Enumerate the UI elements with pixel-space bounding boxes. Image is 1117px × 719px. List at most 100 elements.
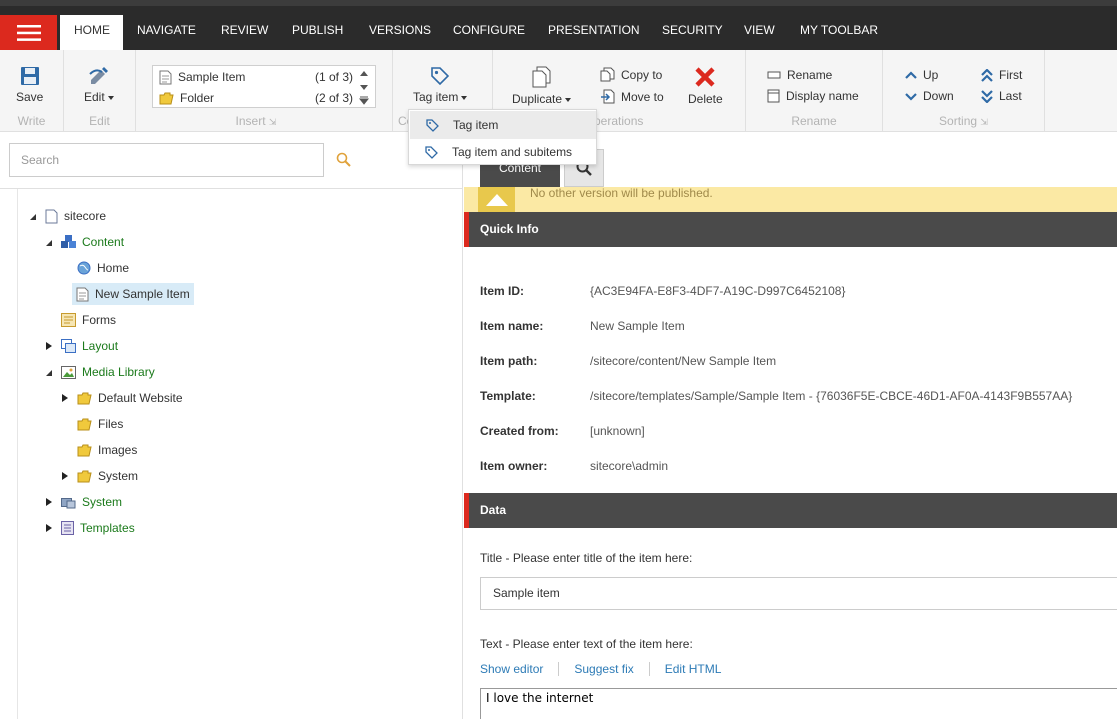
copy-to-button[interactable]: Copy to: [600, 67, 662, 82]
sort-down-button[interactable]: Down: [905, 89, 954, 103]
system-icon: [61, 496, 76, 509]
tab-home[interactable]: HOME: [60, 15, 123, 50]
expand-icon[interactable]: [45, 524, 53, 532]
globe-icon: [77, 261, 91, 275]
duplicate-label: Duplicate: [512, 92, 572, 106]
layout-icon: [61, 339, 76, 353]
write-group: Save Write: [0, 50, 64, 132]
tree-node-label: Content: [82, 235, 125, 249]
divider: [558, 662, 560, 676]
copy-icon: [600, 67, 615, 82]
search-icon[interactable]: [336, 152, 351, 167]
expand-icon[interactable]: [61, 472, 69, 480]
warning-bar: No other version will be published.: [464, 187, 1117, 212]
expand-icon[interactable]: [45, 342, 53, 350]
template-icon: [61, 521, 74, 535]
copy-to-label: Copy to: [621, 67, 663, 82]
insert-option-folder[interactable]: Folder (2 of 3): [153, 88, 353, 108]
tab-presentation[interactable]: PRESENTATION: [534, 15, 654, 50]
rename-group: Rename Display name Rename: [746, 50, 883, 132]
tree-node-label: sitecore: [64, 209, 107, 223]
dropdown-item-label: Tag item: [453, 118, 499, 132]
duplicate-icon: [532, 66, 551, 88]
move-to-button[interactable]: Move to: [600, 89, 664, 104]
tab-versions[interactable]: VERSIONS: [355, 15, 445, 50]
dropdown-item-tag-item-and-subitems[interactable]: Tag item and subitems: [409, 138, 596, 166]
display-name-icon: [767, 89, 780, 103]
tab-navigate[interactable]: NAVIGATE: [123, 15, 210, 50]
content-editor: Content No other version will be publish…: [464, 132, 1117, 719]
show-editor-link[interactable]: Show editor: [480, 662, 543, 676]
insert-option-sample-item[interactable]: Sample Item (1 of 3): [153, 67, 353, 87]
document-icon: [159, 70, 172, 84]
tab-security[interactable]: SECURITY: [648, 15, 737, 50]
sort-down-label: Down: [923, 89, 954, 103]
tag-item-button[interactable]: Tag item: [413, 66, 468, 104]
tree-node-files[interactable]: Files: [77, 413, 123, 435]
title-field[interactable]: Sample item: [480, 577, 1117, 610]
tree-node-home[interactable]: Home: [77, 257, 129, 279]
double-chevron-down-icon: [981, 89, 993, 103]
tree-node-images[interactable]: Images: [77, 439, 137, 461]
tree-node-system[interactable]: System: [61, 491, 122, 513]
tree-node-content[interactable]: Content: [61, 231, 124, 253]
tree-node-sitecore[interactable]: sitecore: [45, 205, 106, 227]
tree-node-media-system[interactable]: System: [77, 465, 138, 487]
data-section-header[interactable]: Data: [464, 493, 1117, 528]
tree-node-default-website[interactable]: Default Website: [77, 387, 183, 409]
insert-group-label: Insert ⇲: [235, 114, 277, 128]
tree-node-label: Images: [98, 443, 138, 457]
tab-my-toolbar[interactable]: MY TOOLBAR: [786, 15, 892, 50]
tree-node-label: Home: [97, 261, 130, 275]
dropdown-item-tag-item[interactable]: Tag item: [410, 111, 596, 139]
rename-group-label: Rename: [791, 114, 837, 128]
search-input[interactable]: [10, 144, 323, 176]
divider: [648, 662, 650, 676]
menu-button[interactable]: [0, 15, 57, 50]
tab-view[interactable]: VIEW: [730, 15, 789, 50]
tags-icon: [425, 145, 438, 159]
sort-up-button[interactable]: Up: [905, 68, 938, 82]
dropdown-item-label: Tag item and subitems: [452, 145, 573, 159]
collapse-icon[interactable]: [45, 239, 53, 247]
tree-node-new-sample-item[interactable]: New Sample Item: [72, 283, 194, 305]
tree-node-layout[interactable]: Layout: [61, 335, 118, 357]
tree-node-label: New Sample Item: [95, 287, 190, 301]
tree-node-media-library[interactable]: Media Library: [61, 361, 155, 383]
save-button[interactable]: Save: [16, 66, 43, 104]
forms-icon: [61, 313, 76, 327]
insert-option-count: (2 of 3): [314, 91, 353, 105]
edit-group: Edit Edit: [64, 50, 136, 132]
warning-icon-box: [478, 187, 515, 212]
sort-last-button[interactable]: Last: [981, 89, 1022, 103]
quick-info-header[interactable]: Quick Info: [464, 212, 1117, 247]
insert-option-count: (1 of 3): [314, 70, 353, 84]
tab-review[interactable]: REVIEW: [207, 15, 282, 50]
tree-node-templates[interactable]: Templates: [61, 517, 135, 539]
folder-icon: [159, 92, 174, 104]
title-field-label: Title - Please enter title of the item h…: [480, 551, 693, 565]
edit-html-link[interactable]: Edit HTML: [665, 662, 722, 676]
tree-node-label: System: [82, 495, 123, 509]
edit-button[interactable]: Edit: [84, 66, 114, 104]
display-name-button[interactable]: Display name: [767, 89, 859, 103]
tree-node-forms[interactable]: Forms: [61, 309, 116, 331]
suggest-fix-link[interactable]: Suggest fix: [574, 662, 633, 676]
rename-label: Rename: [787, 68, 833, 82]
expand-icon[interactable]: [61, 394, 69, 402]
rename-button[interactable]: Rename: [767, 68, 832, 82]
text-field[interactable]: I love the internet: [480, 688, 1117, 719]
delete-button[interactable]: Delete: [688, 66, 723, 106]
tag-item-dropdown: Tag item Tag item and subitems: [408, 109, 597, 165]
tab-configure[interactable]: CONFIGURE: [439, 15, 539, 50]
chevron-up-icon: [905, 70, 917, 79]
expand-icon[interactable]: [45, 498, 53, 506]
edit-icon: [89, 67, 108, 84]
collapse-icon[interactable]: [29, 213, 37, 221]
tab-publish[interactable]: PUBLISH: [278, 15, 357, 50]
insert-option-label: Sample Item: [178, 70, 246, 84]
sort-first-button[interactable]: First: [981, 68, 1022, 82]
duplicate-button[interactable]: Duplicate: [512, 66, 572, 106]
scroll-arrows-icon[interactable]: [359, 69, 369, 105]
collapse-icon[interactable]: [45, 369, 53, 377]
